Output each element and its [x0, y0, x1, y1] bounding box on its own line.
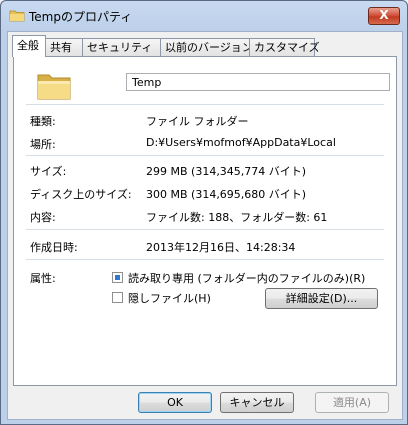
- folder-icon: [37, 74, 71, 100]
- apply-button[interactable]: 適用(A): [315, 392, 389, 413]
- size-on-disk-label: ディスク上のサイズ:: [30, 188, 132, 201]
- tab-sharing[interactable]: 共有: [45, 38, 83, 56]
- created-value: 2013年12月16日、14:28:34: [146, 241, 296, 254]
- separator: [26, 229, 384, 230]
- window-title: Tempのプロパティ: [29, 10, 133, 24]
- folder-name-input[interactable]: Temp: [126, 73, 390, 91]
- type-label: 種類:: [30, 115, 56, 128]
- size-on-disk-value: 300 MB (314,695,680 バイト): [146, 188, 307, 201]
- tab-security[interactable]: セキュリティ: [82, 38, 162, 56]
- contents-label: 内容:: [30, 211, 56, 224]
- hidden-label[interactable]: 隠しファイル(H): [128, 290, 211, 306]
- readonly-checkbox[interactable]: [112, 272, 123, 283]
- title-bar[interactable]: Tempのプロパティ X: [1, 1, 407, 31]
- ok-button[interactable]: OK: [138, 392, 212, 413]
- dialog-client: 全般 共有 セキュリティ 以前のバージョン カスタマイズ Temp 種類: ファ…: [7, 31, 403, 420]
- separator: [26, 104, 384, 105]
- properties-window: Tempのプロパティ X 全般 共有 セキュリティ 以前のバージョン カスタマイ…: [0, 0, 408, 425]
- close-button[interactable]: X: [368, 7, 400, 25]
- separator: [26, 259, 384, 260]
- advanced-button[interactable]: 詳細設定(D)...: [265, 288, 378, 309]
- type-value: ファイル フォルダー: [146, 115, 249, 128]
- tab-previous-versions[interactable]: 以前のバージョン: [160, 38, 253, 56]
- readonly-label[interactable]: 読み取り専用 (フォルダー内のファイルのみ)(R): [128, 270, 365, 286]
- folder-icon: [9, 10, 25, 22]
- cancel-button[interactable]: キャンセル: [220, 392, 294, 413]
- tab-general[interactable]: 全般: [12, 35, 46, 57]
- attributes-label: 属性:: [30, 272, 56, 285]
- hidden-checkbox[interactable]: [112, 292, 123, 303]
- separator: [26, 155, 384, 156]
- general-panel: Temp 種類: ファイル フォルダー 場所: D:¥Users¥mofmof¥…: [13, 56, 397, 386]
- location-value: D:¥Users¥mofmof¥AppData¥Local: [146, 136, 336, 149]
- created-label: 作成日時:: [30, 241, 78, 254]
- contents-value: ファイル数: 188、フォルダー数: 61: [146, 211, 328, 224]
- tab-customize[interactable]: カスタマイズ: [249, 38, 320, 56]
- size-value: 299 MB (314,345,774 バイト): [146, 165, 307, 178]
- location-label: 場所:: [30, 138, 56, 151]
- size-label: サイズ:: [30, 165, 67, 178]
